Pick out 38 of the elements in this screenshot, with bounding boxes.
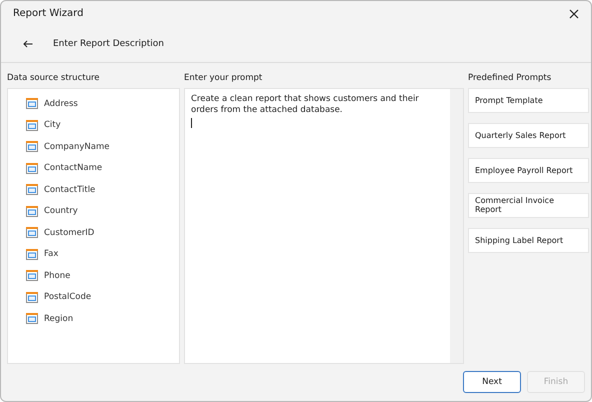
prompt-preset-button[interactable]: Quarterly Sales Report (468, 122, 589, 148)
field-name[interactable]: ContactName (44, 163, 102, 174)
close-button[interactable] (567, 6, 581, 21)
field-name[interactable]: Phone (44, 270, 70, 281)
text-field-icon (26, 313, 38, 324)
close-icon (569, 8, 579, 19)
section-label: Predefined Prompts (468, 72, 552, 85)
section-label: Data source structure (7, 72, 100, 85)
prompt-field[interactable]: Create a clean report that shows customers and their orders from the attached database. (184, 88, 464, 364)
wizard-button[interactable]: Next (463, 371, 521, 394)
page-title: Enter Report Description (53, 39, 164, 50)
window-title: Report Wizard (13, 8, 84, 20)
prompt-preset-button[interactable]: Prompt Template (468, 88, 589, 113)
field-name[interactable]: Country (44, 206, 78, 216)
field-name[interactable]: Fax (44, 249, 58, 260)
text-field-icon (26, 206, 38, 217)
field-name[interactable]: ContactTitle (44, 184, 96, 195)
back-arrow-icon (23, 40, 33, 48)
text-field-icon (26, 227, 38, 238)
text-field-icon (26, 270, 38, 282)
field-name[interactable]: CustomerID (44, 228, 94, 238)
field-name[interactable]: Address (44, 98, 78, 109)
text-field-icon (26, 292, 38, 303)
field-name[interactable]: CompanyName (44, 142, 110, 152)
prompt-preset-button[interactable]: Employee Payroll Report (468, 158, 589, 183)
text-field-icon (26, 162, 38, 174)
text-field-icon (26, 141, 38, 152)
text-field-icon (26, 120, 38, 131)
text-cursor (191, 118, 192, 128)
section-label: Enter your prompt (184, 72, 264, 85)
prompt-preset-button[interactable]: Shipping Label Report (468, 228, 589, 253)
text-field-icon (26, 98, 38, 110)
text-field-icon (26, 184, 38, 196)
field-name[interactable]: Region (44, 314, 74, 324)
field-name[interactable]: PostalCode (44, 292, 92, 302)
text-field-icon (26, 248, 38, 260)
field-name[interactable]: City (44, 120, 61, 130)
prompt-preset-button[interactable]: Commercial Invoice Report (468, 192, 589, 218)
